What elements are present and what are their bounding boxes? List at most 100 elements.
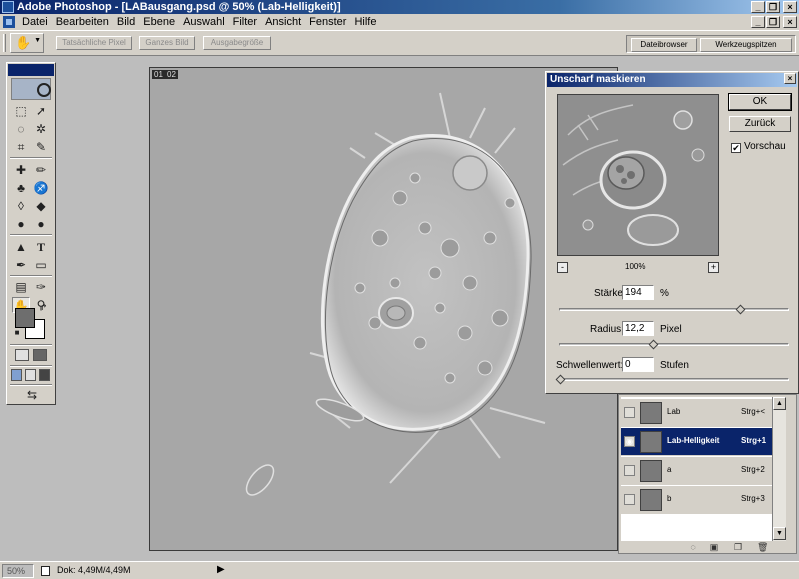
channel-shortcut: Strg+< bbox=[741, 407, 766, 416]
menu-bild[interactable]: Bild bbox=[113, 14, 139, 30]
scroll-down-icon[interactable]: ▼ bbox=[773, 527, 786, 540]
close-button[interactable]: × bbox=[783, 1, 797, 13]
visibility-toggle[interactable] bbox=[624, 407, 635, 418]
doc-minimize-button[interactable]: _ bbox=[751, 16, 765, 28]
adobe-online-icon[interactable] bbox=[11, 78, 51, 100]
channel-row[interactable]: Lab Strg+< bbox=[621, 399, 772, 427]
blur-icon[interactable]: ● bbox=[12, 216, 30, 232]
default-colors-icon[interactable]: ■ bbox=[12, 328, 22, 338]
document-icon[interactable] bbox=[2, 15, 16, 29]
tool-preset-picker[interactable]: ✋ ▼ bbox=[10, 33, 44, 53]
standard-screen-icon[interactable] bbox=[11, 369, 22, 381]
menu-ansicht[interactable]: Ansicht bbox=[261, 14, 305, 30]
amount-input[interactable]: 194 bbox=[622, 285, 654, 300]
healing-brush-icon[interactable]: ✚ bbox=[12, 162, 30, 178]
visibility-toggle[interactable] bbox=[624, 465, 635, 476]
quick-mask-icon[interactable] bbox=[33, 349, 47, 361]
clone-stamp-icon[interactable]: ♣ bbox=[12, 180, 30, 196]
menu-auswahl[interactable]: Auswahl bbox=[179, 14, 229, 30]
preview-zoom-level: 100% bbox=[625, 262, 646, 271]
toolbox-divider bbox=[10, 275, 52, 277]
actual-pixels-button[interactable]: Tatsächliche Pixel bbox=[56, 36, 132, 50]
slice-icon[interactable]: ✎ bbox=[32, 139, 50, 155]
amount-slider-thumb[interactable] bbox=[735, 304, 746, 315]
filter-preview[interactable] bbox=[557, 94, 719, 256]
lasso-icon[interactable]: ◌ bbox=[12, 121, 30, 137]
zoom-out-button[interactable]: - bbox=[557, 262, 568, 273]
channel-thumbnail bbox=[640, 489, 662, 511]
tab-brushes[interactable]: Werkzeugspitzen bbox=[700, 38, 792, 52]
eraser-icon[interactable]: ◊ bbox=[12, 198, 30, 214]
threshold-slider-thumb[interactable] bbox=[555, 374, 566, 385]
menu-fenster[interactable]: Fenster bbox=[305, 14, 350, 30]
radius-slider-thumb[interactable] bbox=[649, 339, 659, 350]
zoom-in-button[interactable]: + bbox=[708, 262, 719, 273]
channel-row[interactable]: a Strg+2 bbox=[621, 457, 772, 485]
type-icon[interactable]: T bbox=[32, 239, 50, 255]
marquee-icon[interactable]: ⬚ bbox=[12, 103, 30, 119]
print-size-button[interactable]: Ausgabegröße bbox=[203, 36, 271, 50]
notes-icon[interactable]: ▤ bbox=[12, 279, 30, 295]
channel-row[interactable]: b Strg+3 bbox=[621, 486, 772, 514]
save-selection-icon[interactable]: ▣ bbox=[709, 542, 719, 552]
rectangle-shape-icon[interactable]: ▭ bbox=[32, 257, 50, 273]
amount-slider[interactable] bbox=[559, 304, 789, 315]
pen-icon[interactable]: ✒ bbox=[12, 257, 30, 273]
scroll-up-icon[interactable]: ▲ bbox=[773, 397, 786, 410]
ok-button[interactable]: OK bbox=[729, 94, 791, 110]
full-screen-icon[interactable] bbox=[39, 369, 50, 381]
threshold-label: Schwellenwert: bbox=[556, 360, 624, 371]
menu-bar: Datei Bearbeiten Bild Ebene Auswahl Filt… bbox=[0, 14, 799, 30]
menu-datei[interactable]: Datei bbox=[18, 14, 52, 30]
status-menu-arrow-icon[interactable]: ▶ bbox=[217, 564, 225, 575]
dodge-icon[interactable]: ● bbox=[32, 216, 50, 232]
load-selection-icon[interactable]: ◌ bbox=[688, 542, 698, 552]
dialog-title[interactable]: Unscharf maskieren bbox=[547, 73, 797, 87]
preview-checkbox[interactable]: ✔ bbox=[731, 143, 741, 153]
toolbox-title-bar[interactable] bbox=[8, 64, 54, 76]
crop-icon[interactable]: ⌗ bbox=[12, 139, 30, 155]
fit-on-screen-button[interactable]: Ganzes Bild bbox=[139, 36, 195, 50]
trash-icon[interactable]: 🗑 bbox=[757, 542, 768, 552]
doc-restore-button[interactable]: ❐ bbox=[766, 16, 780, 28]
foreground-color-swatch[interactable] bbox=[15, 308, 35, 328]
eye-icon[interactable]: ◉ bbox=[624, 436, 635, 447]
window-title: Adobe Photoshop - [LABausgang.psd @ 50% … bbox=[17, 1, 341, 13]
jump-to-imageready-icon[interactable]: ⇆ bbox=[21, 387, 43, 403]
channel-row[interactable]: ◉ Lab-Helligkeit Strg+1 bbox=[621, 428, 772, 456]
preview-image bbox=[558, 95, 718, 255]
threshold-slider[interactable] bbox=[555, 374, 789, 385]
restore-button[interactable]: ❐ bbox=[766, 1, 780, 13]
visibility-toggle[interactable] bbox=[624, 494, 635, 505]
full-screen-menu-icon[interactable] bbox=[25, 369, 36, 381]
doc-close-button[interactable]: × bbox=[783, 16, 797, 28]
history-brush-icon[interactable]: ♐ bbox=[32, 180, 50, 196]
page-icon[interactable] bbox=[41, 566, 50, 576]
paint-bucket-icon[interactable]: ◆ bbox=[32, 198, 50, 214]
channels-scrollbar[interactable]: ▲ ▼ bbox=[772, 397, 786, 541]
menu-bearbeiten[interactable]: Bearbeiten bbox=[52, 14, 113, 30]
menu-filter[interactable]: Filter bbox=[229, 14, 261, 30]
tab-file-browser[interactable]: Dateibrowser bbox=[631, 38, 697, 52]
magic-wand-icon[interactable]: ✲ bbox=[32, 121, 50, 137]
minimize-button[interactable]: _ bbox=[751, 1, 765, 13]
menu-hilfe[interactable]: Hilfe bbox=[350, 14, 380, 30]
chevron-down-icon: ▼ bbox=[34, 37, 41, 44]
move-icon[interactable]: ➚ bbox=[32, 103, 50, 119]
new-channel-icon[interactable]: ❐ bbox=[733, 542, 743, 552]
standard-mode-icon[interactable] bbox=[15, 349, 29, 361]
radius-slider[interactable] bbox=[559, 339, 789, 350]
brush-icon[interactable]: ✏ bbox=[32, 162, 50, 178]
threshold-input[interactable]: 0 bbox=[622, 357, 654, 372]
menu-ebene[interactable]: Ebene bbox=[139, 14, 179, 30]
options-bar-grip[interactable] bbox=[3, 34, 6, 52]
eyedropper-icon[interactable]: ✑ bbox=[32, 279, 50, 295]
toolbox-divider bbox=[10, 384, 52, 386]
reset-button[interactable]: Zurück bbox=[729, 116, 791, 132]
dialog-close-button[interactable]: × bbox=[784, 73, 796, 84]
radius-input[interactable]: 12,2 bbox=[622, 321, 654, 336]
unsharp-mask-dialog: Unscharf maskieren × - 100% + OK Zurück … bbox=[545, 71, 799, 394]
zoom-field[interactable]: 50% bbox=[2, 564, 34, 578]
path-selection-icon[interactable]: ▲ bbox=[12, 239, 30, 255]
swap-colors-icon[interactable]: ↱ bbox=[39, 303, 49, 313]
